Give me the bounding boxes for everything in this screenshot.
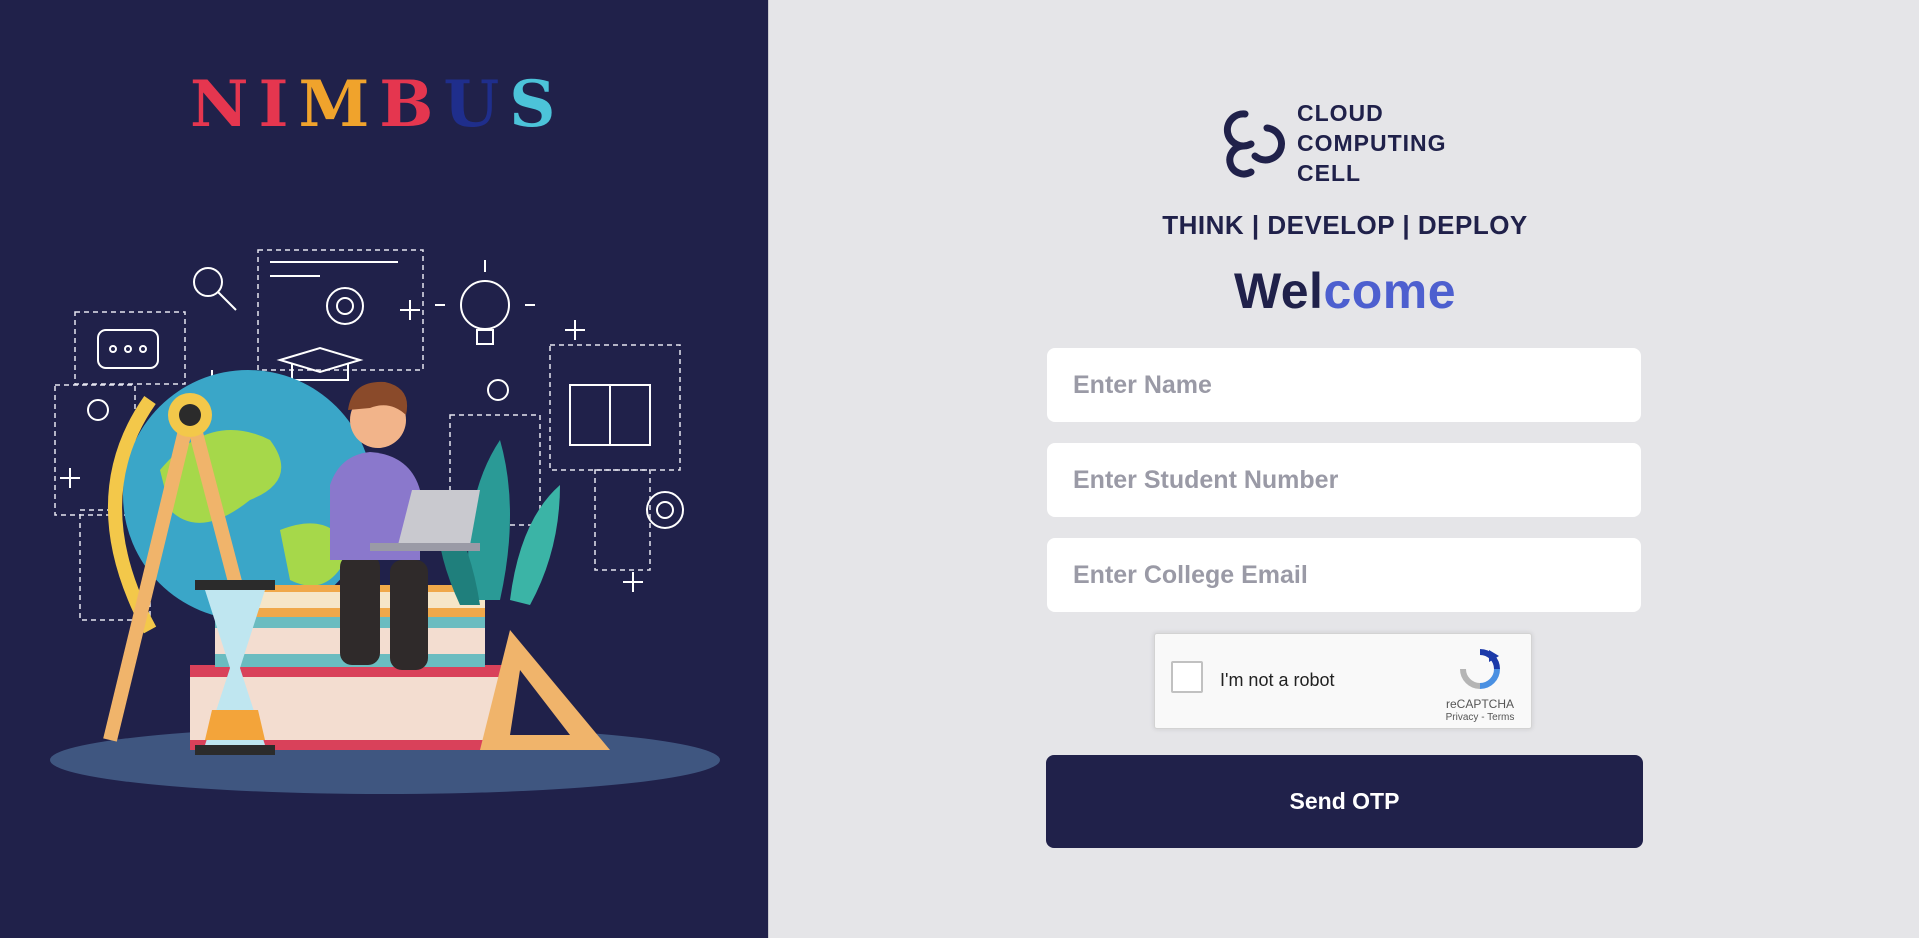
logo-letter: M [298, 67, 380, 142]
ccc-logo-icon [1223, 110, 1285, 178]
recaptcha-icon [1460, 649, 1500, 689]
logo-letter: N [190, 67, 259, 142]
ccc-logo: CLOUD COMPUTING CELL [1215, 98, 1455, 186]
student-number-input[interactable] [1047, 443, 1641, 517]
college-email-input[interactable] [1047, 538, 1641, 612]
name-input[interactable] [1047, 348, 1641, 422]
ccc-name-line: CLOUD [1297, 100, 1384, 126]
ccc-name-line: COMPUTING [1297, 130, 1447, 156]
recaptcha-label: I'm not a robot [1220, 670, 1335, 690]
logo-letter: I [258, 67, 299, 142]
checkbox-icon[interactable] [1171, 661, 1203, 693]
nimbus-logo: NIMBUS [190, 70, 580, 140]
welcome-part-1: Wel [1233, 263, 1324, 319]
left-panel: NIMBUS [0, 0, 768, 938]
send-otp-button[interactable]: Send OTP [1046, 755, 1643, 848]
recaptcha-links[interactable]: Privacy - Terms [1425, 712, 1535, 723]
logo-letter: B [379, 67, 444, 142]
welcome-part-2: come [1323, 263, 1457, 319]
ccc-name-line: CELL [1297, 160, 1362, 186]
logo-letter: S [509, 67, 566, 142]
logo-letter: U [443, 67, 510, 142]
student-illustration [50, 249, 720, 794]
recaptcha-widget: I'm not a robot reCAPTCHA Privacy - Term… [1154, 633, 1532, 729]
tagline: THINK | DEVELOP | DEPLOY [1162, 210, 1528, 240]
recaptcha-brand: reCAPTCHA [1445, 697, 1514, 711]
ccc-name: CLOUD COMPUTING CELL [1297, 98, 1467, 188]
welcome-heading: Welcome [1100, 262, 1590, 320]
